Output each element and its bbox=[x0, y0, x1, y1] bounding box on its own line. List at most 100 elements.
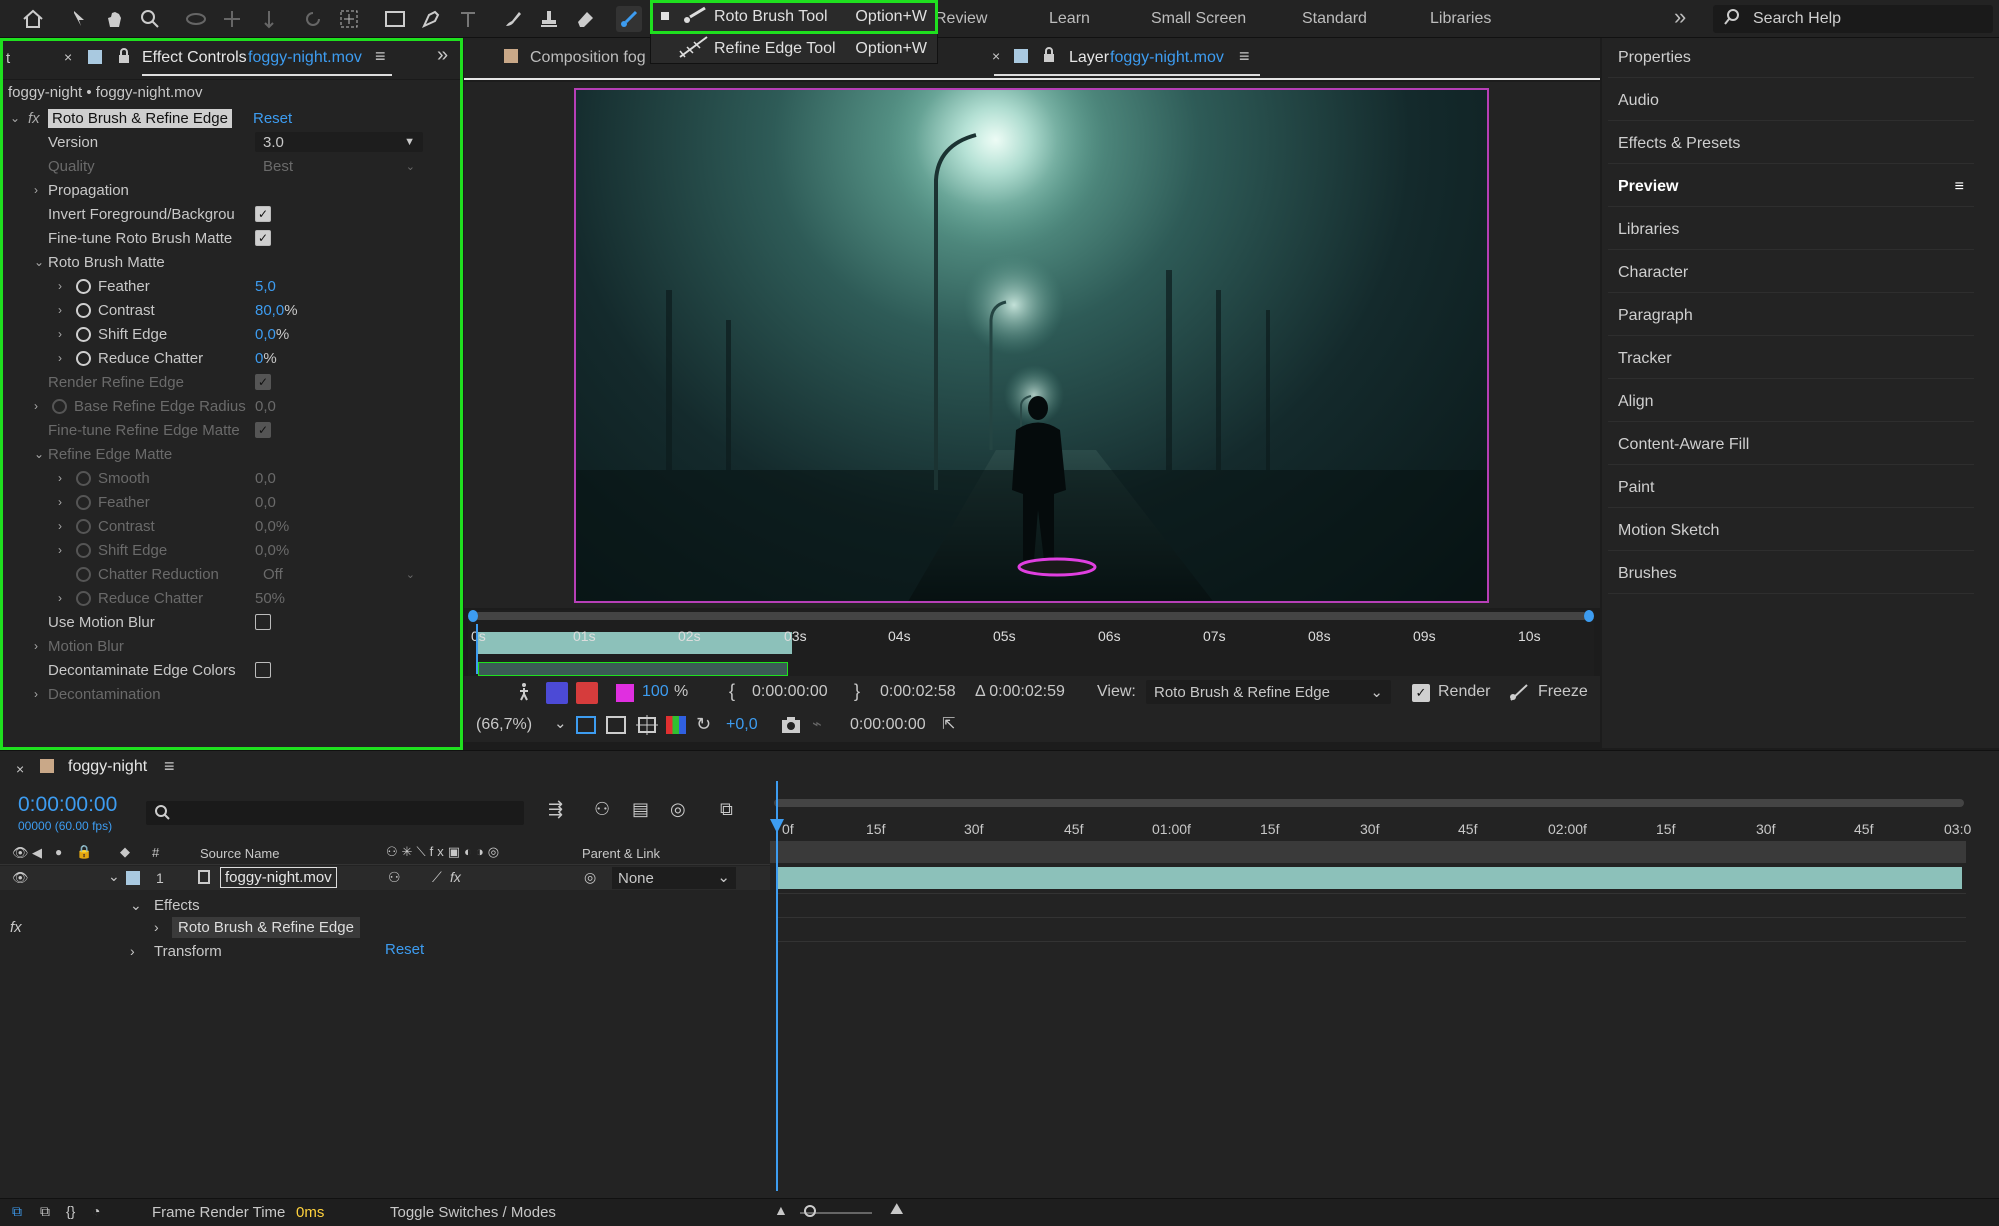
in-out-icon[interactable]: {} bbox=[66, 1203, 75, 1219]
transform-reset-link[interactable]: Reset bbox=[385, 941, 424, 958]
dolly-tool-icon[interactable] bbox=[256, 6, 282, 32]
hand-tool-icon[interactable] bbox=[102, 6, 128, 32]
guides-icon[interactable] bbox=[636, 715, 658, 739]
timeline-comp-tab[interactable]: foggy-night bbox=[68, 758, 147, 776]
flyout-item-refine-edge[interactable]: Refine Edge Tool Option+W bbox=[651, 34, 937, 64]
timeline-search-input[interactable] bbox=[146, 801, 524, 825]
graph-editor-icon[interactable]: ⧉ bbox=[720, 799, 733, 820]
layer-duration-bar[interactable] bbox=[776, 867, 1962, 889]
panel-paragraph[interactable]: Paragraph bbox=[1608, 296, 1974, 336]
rotate-tool-icon[interactable] bbox=[300, 6, 326, 32]
eye-icon[interactable]: 👁 bbox=[12, 845, 29, 861]
walk-icon[interactable] bbox=[516, 682, 532, 706]
draft-3d-icon[interactable]: ⚇ bbox=[594, 799, 610, 820]
transform-group[interactable]: Transform bbox=[154, 943, 222, 960]
reset-exposure-icon[interactable]: ↻ bbox=[696, 714, 711, 735]
pen-tool-icon[interactable] bbox=[418, 6, 444, 32]
pick-whip-icon[interactable]: ◎ bbox=[584, 869, 596, 886]
chevron-right-icon[interactable]: › bbox=[130, 943, 135, 959]
panel-audio[interactable]: Audio bbox=[1608, 81, 1974, 121]
composition-mini-flowchart-icon[interactable]: ⇶ bbox=[548, 799, 563, 820]
eraser-tool-icon[interactable] bbox=[572, 6, 598, 32]
timeline-current-time[interactable]: 0:00:00:00 bbox=[18, 793, 117, 817]
panel-tracker[interactable]: Tracker bbox=[1608, 339, 1974, 379]
parent-select[interactable]: None ⌄ bbox=[612, 867, 736, 889]
panel-brushes[interactable]: Brushes bbox=[1608, 554, 1974, 594]
panel-menu-icon[interactable]: ≡ bbox=[1239, 46, 1250, 67]
shy-switch-icon[interactable]: ⚇ bbox=[388, 869, 401, 886]
workspace-overflow-icon[interactable]: » bbox=[1674, 4, 1686, 30]
motion-blur-icon[interactable]: ◎ bbox=[670, 799, 686, 820]
view-foreground-icon[interactable] bbox=[546, 682, 568, 704]
panel-align[interactable]: Align bbox=[1608, 382, 1974, 422]
in-time[interactable]: 0:00:00:00 bbox=[752, 683, 828, 701]
toggle-switches-modes[interactable]: Toggle Switches / Modes bbox=[390, 1204, 556, 1221]
sync-icon[interactable]: ⇱ bbox=[942, 714, 955, 734]
clone-stamp-tool-icon[interactable] bbox=[536, 6, 562, 32]
panel-motion-sketch[interactable]: Motion Sketch bbox=[1608, 511, 1974, 551]
brush-tool-icon[interactable] bbox=[500, 6, 526, 32]
chevron-down-icon[interactable]: ⌄ bbox=[108, 868, 120, 885]
solo-icon[interactable]: ● bbox=[55, 845, 62, 859]
work-area-end-handle[interactable] bbox=[1584, 610, 1594, 622]
viewer-playhead[interactable] bbox=[476, 624, 478, 674]
panel-libraries[interactable]: Libraries bbox=[1608, 210, 1974, 250]
freeze-button[interactable]: Freeze bbox=[1538, 683, 1588, 701]
layer-tab-label[interactable]: Layer bbox=[1069, 49, 1109, 67]
orbit-tool-icon[interactable] bbox=[183, 6, 209, 32]
zoom-in-icon[interactable]: ⛰ bbox=[890, 1201, 903, 1219]
layer-tab-file[interactable]: foggy-night.mov bbox=[1110, 49, 1224, 67]
visibility-eye-icon[interactable]: 👁 bbox=[12, 870, 29, 886]
layer-name[interactable]: foggy-night.mov bbox=[220, 867, 337, 888]
workspace-libraries[interactable]: Libraries bbox=[1430, 10, 1491, 28]
view-background-icon[interactable] bbox=[576, 682, 598, 704]
overlay-color-swatch[interactable] bbox=[616, 684, 634, 702]
panel-menu-icon[interactable]: ≡ bbox=[1955, 178, 1964, 196]
workspace-review[interactable]: Review bbox=[935, 10, 987, 28]
chevron-down-icon[interactable]: ⌄ bbox=[130, 897, 142, 914]
footage-frame[interactable] bbox=[574, 88, 1489, 603]
label-icon[interactable]: ◆ bbox=[120, 844, 130, 860]
chevron-down-icon[interactable]: ⌄ bbox=[554, 714, 567, 732]
frame-blending-icon[interactable]: ▤ bbox=[632, 799, 649, 820]
parent-link-header[interactable]: Parent & Link bbox=[582, 846, 660, 861]
channel-icon[interactable] bbox=[666, 716, 686, 734]
audio-icon[interactable]: ◀ bbox=[32, 845, 42, 861]
render-checkbox[interactable]: ✓ bbox=[1412, 684, 1430, 702]
transparency-grid-icon[interactable] bbox=[576, 716, 596, 734]
workspace-standard[interactable]: Standard bbox=[1302, 10, 1367, 28]
roto-brush-tool-icon[interactable] bbox=[616, 6, 642, 32]
viewer-timecode[interactable]: 0:00:00:00 bbox=[850, 716, 926, 734]
panel-paint[interactable]: Paint bbox=[1608, 468, 1974, 508]
panel-menu-icon[interactable]: ≡ bbox=[164, 756, 175, 777]
panel-properties[interactable]: Properties bbox=[1608, 38, 1974, 78]
magnification-select[interactable]: (66,7%) bbox=[476, 716, 532, 734]
freeze-icon[interactable] bbox=[1509, 682, 1531, 706]
render-time-icon[interactable]: ◔ bbox=[92, 1203, 100, 1219]
selection-tool-icon[interactable] bbox=[66, 6, 92, 32]
layer-row[interactable]: 👁 ⌄ 1 foggy-night.mov ⚇ ⟋ fx ◎ None ⌄ bbox=[0, 866, 770, 890]
timeline-effect-item[interactable]: Roto Brush & Refine Edge bbox=[172, 917, 360, 938]
chevron-right-icon[interactable]: › bbox=[154, 919, 159, 935]
rectangle-tool-icon[interactable] bbox=[382, 6, 408, 32]
work-area-bar[interactable] bbox=[472, 612, 1588, 620]
layer-switches-icon[interactable]: ⧉ bbox=[12, 1203, 22, 1220]
snapshot-icon[interactable] bbox=[780, 715, 802, 739]
text-tool-icon[interactable] bbox=[455, 6, 481, 32]
panel-effects-presets[interactable]: Effects & Presets bbox=[1608, 124, 1974, 164]
fx-icon[interactable]: fx bbox=[10, 919, 22, 936]
lock-column-icon[interactable]: 🔒 bbox=[76, 844, 92, 860]
quality-switch-icon[interactable]: ⟋ bbox=[432, 869, 442, 886]
anchor-point-tool-icon[interactable] bbox=[336, 6, 362, 32]
timeline-zoom-handle[interactable] bbox=[804, 1205, 816, 1217]
zoom-tool-icon[interactable] bbox=[137, 6, 163, 32]
exposure-value[interactable]: +0,0 bbox=[726, 716, 758, 734]
panel-preview[interactable]: Preview ≡ bbox=[1608, 167, 1974, 207]
show-snapshot-icon[interactable]: ⌁ bbox=[812, 714, 822, 734]
panel-content-aware-fill[interactable]: Content-Aware Fill bbox=[1608, 425, 1974, 465]
composition-tab[interactable]: Composition fog bbox=[530, 49, 646, 67]
pan-tool-icon[interactable] bbox=[219, 6, 245, 32]
source-name-header[interactable]: Source Name bbox=[200, 846, 279, 861]
layer-label-color[interactable] bbox=[126, 871, 140, 885]
workspace-small-screen[interactable]: Small Screen bbox=[1151, 10, 1246, 28]
